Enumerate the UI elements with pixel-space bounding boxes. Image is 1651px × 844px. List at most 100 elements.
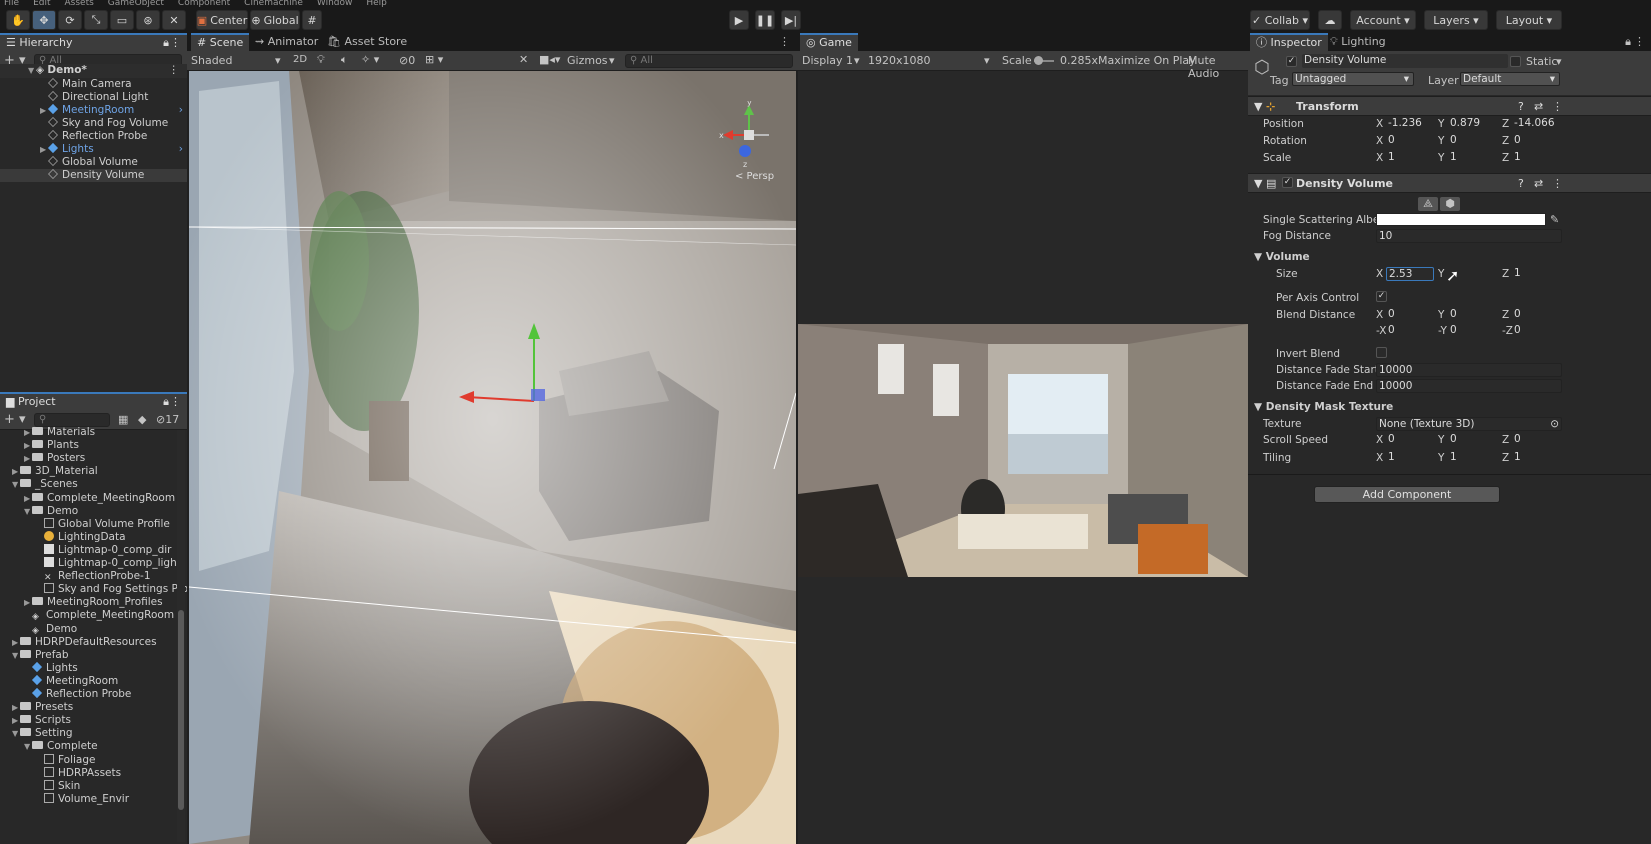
scene-search-input[interactable]: ⚲ All [625,54,793,68]
axis-label[interactable]: Z [1502,152,1509,164]
project-item[interactable]: Lightmap-0_comp_dir [0,543,187,558]
axis-label[interactable]: X [1376,309,1383,321]
gizmos-dropdown[interactable]: Gizmos [567,54,608,67]
expand-arrow-icon[interactable]: ▼ [24,505,32,519]
axis-label[interactable]: X [1376,152,1383,164]
vector-field[interactable]: 0 [1512,324,1562,338]
pivot-global-button[interactable]: ⊕ Global [250,10,300,30]
tab-animator[interactable]: ⇝ Animator [249,33,324,51]
project-item[interactable]: ▶ Complete_MeetingRoom [0,492,187,506]
vector-field[interactable]: 1 [1448,451,1496,465]
audio-toggle-icon[interactable]: 🔈︎ [341,53,348,67]
axis-label[interactable]: Z [1502,309,1509,321]
vector-field[interactable]: 0 [1386,324,1434,338]
add-component-button[interactable]: Add Component [1314,486,1500,503]
object-picker-icon[interactable]: ⊙ [1550,418,1559,430]
vector-field[interactable]: 0 [1512,308,1562,322]
effects-toggle-icon[interactable]: ✧ ▾ [361,53,379,66]
vector-field[interactable]: -14.066 [1512,117,1562,131]
project-item[interactable]: ▶ Presets [0,701,187,715]
tab-scene[interactable]: # Scene [191,33,250,51]
expand-arrow-icon[interactable]: ▶ [24,439,32,453]
axis-label[interactable]: Y [1438,152,1444,164]
vector-field[interactable]: 2.53 [1386,267,1434,281]
project-item[interactable]: Lightmap-0_comp_light [0,557,187,571]
vector-field[interactable]: 1 [1448,151,1496,165]
vector-field[interactable]: 0 [1448,324,1496,338]
projection-label[interactable]: < Persp [735,171,774,182]
maximize-on-play-toggle[interactable]: Maximize On Play [1098,54,1196,67]
tab-game[interactable]: ◎ Game [800,33,858,51]
pause-button[interactable]: ❚❚ [755,10,775,30]
project-item[interactable]: ✕ ReflectionProbe-1 [0,570,187,584]
vector-field[interactable]: 0 [1448,433,1496,447]
expand-arrow-icon[interactable]: ▶ [40,143,48,157]
project-item[interactable]: ▶ HDRPDefaultResources [0,636,187,650]
tools-icon[interactable]: ✕ [519,53,528,66]
chevron-right-icon[interactable]: › [179,104,183,118]
project-item[interactable]: LightingData [0,530,187,545]
menu-item[interactable]: Edit [33,0,50,7]
project-item[interactable]: ▶ Materials [0,426,187,440]
axis-label[interactable]: Z [1502,268,1509,280]
hidden-objects-icon[interactable]: ⊘0 [399,54,415,67]
scale-slider[interactable] [1034,56,1054,65]
lighting-toggle-icon[interactable]: 💡︎ [317,53,325,67]
project-item[interactable]: Lights [0,662,187,676]
vector-field[interactable]: 0.879 [1448,117,1496,131]
kebab-menu-icon[interactable]: ⋮ [170,394,181,410]
expand-arrow-icon[interactable]: ▶ [24,492,32,506]
component-enabled-checkbox[interactable]: ✓ [1282,177,1293,188]
vector-field[interactable]: 0 [1386,308,1434,322]
project-item[interactable]: ▶ Plants [0,439,187,453]
project-item[interactable]: ▶ MeetingRoom_Profiles [0,596,187,610]
tab-hierarchy[interactable]: ☰ Hierarchy 🔒︎ ⋮ [0,33,187,51]
transform-header[interactable]: ▼ ⊹ Transform ? ⇄ ⋮ [1248,96,1651,116]
create-button[interactable]: + ▾ [4,412,26,427]
custom-tool-icon[interactable]: ✕ [162,10,186,30]
vector-field[interactable]: -1.236 [1386,117,1434,131]
static-checkbox[interactable] [1510,56,1521,67]
axis-label[interactable]: Y [1438,268,1444,280]
mode-2d-button[interactable]: 2D [293,54,307,65]
hand-tool-icon[interactable]: ✋ [6,10,30,30]
expand-arrow-icon[interactable]: ▶ [40,104,48,118]
kebab-menu-icon[interactable]: ⋮ [779,35,790,48]
expand-arrow-icon[interactable]: ▶ [12,701,20,715]
vector-field[interactable]: 1 [1512,451,1562,465]
axis-label[interactable]: Y [1438,118,1444,130]
component-menu-icon[interactable]: ⋮ [1552,177,1563,190]
project-item[interactable]: MeetingRoom [0,675,187,689]
hierarchy-item[interactable]: Sky and Fog Volume [0,117,187,131]
hierarchy-item[interactable]: Density Volume [0,168,187,182]
axis-label[interactable]: Z [1502,135,1509,147]
project-item[interactable]: ◈ Complete_MeetingRoom [0,609,187,623]
density-volume-header[interactable]: ▼ ▤ ✓ Density Volume ? ⇄ ⋮ [1248,173,1651,193]
vector-field[interactable]: 0 [1448,308,1496,322]
hierarchy-item[interactable]: Main Camera [0,78,187,92]
filter-label-icon[interactable]: ◆ [138,413,146,426]
axis-label[interactable]: Z [1502,452,1509,464]
scene-root-row[interactable]: ▼ ◈ Demo* ⋮ [0,64,187,78]
vector-field[interactable]: 1 [1386,451,1434,465]
hierarchy-item[interactable]: ▶ MeetingRoom › [0,104,187,118]
project-item[interactable]: Sky and Fog Settings Pro [0,583,187,597]
project-item[interactable]: ▼ Prefab [0,649,187,663]
collab-dropdown[interactable]: ✓ Collab ▾ [1250,10,1310,30]
preset-icon[interactable]: ⇄ [1534,177,1543,190]
scene-menu-icon[interactable]: ⋮ [169,64,180,78]
hierarchy-item[interactable]: ▶ Lights › [0,143,187,157]
project-item[interactable]: ◈ Demo [0,623,187,637]
menu-item[interactable]: Help [366,0,387,7]
vector-field[interactable]: 1 [1512,267,1562,281]
mute-audio-toggle[interactable]: Mute Audio [1188,54,1248,80]
axis-label[interactable]: X [1376,135,1383,147]
hidden-packages-icon[interactable]: ⊘17 [156,413,179,426]
project-item[interactable]: ▶ Posters [0,452,187,466]
scale-tool-icon[interactable]: ⤡ [84,10,108,30]
help-icon[interactable]: ? [1518,100,1524,113]
volume-foldout[interactable]: ▼ Volume [1254,251,1310,263]
axis-label[interactable]: -Y [1438,325,1447,337]
preset-icon[interactable]: ⇄ [1534,100,1543,113]
project-item[interactable]: Global Volume Profile [0,517,187,532]
